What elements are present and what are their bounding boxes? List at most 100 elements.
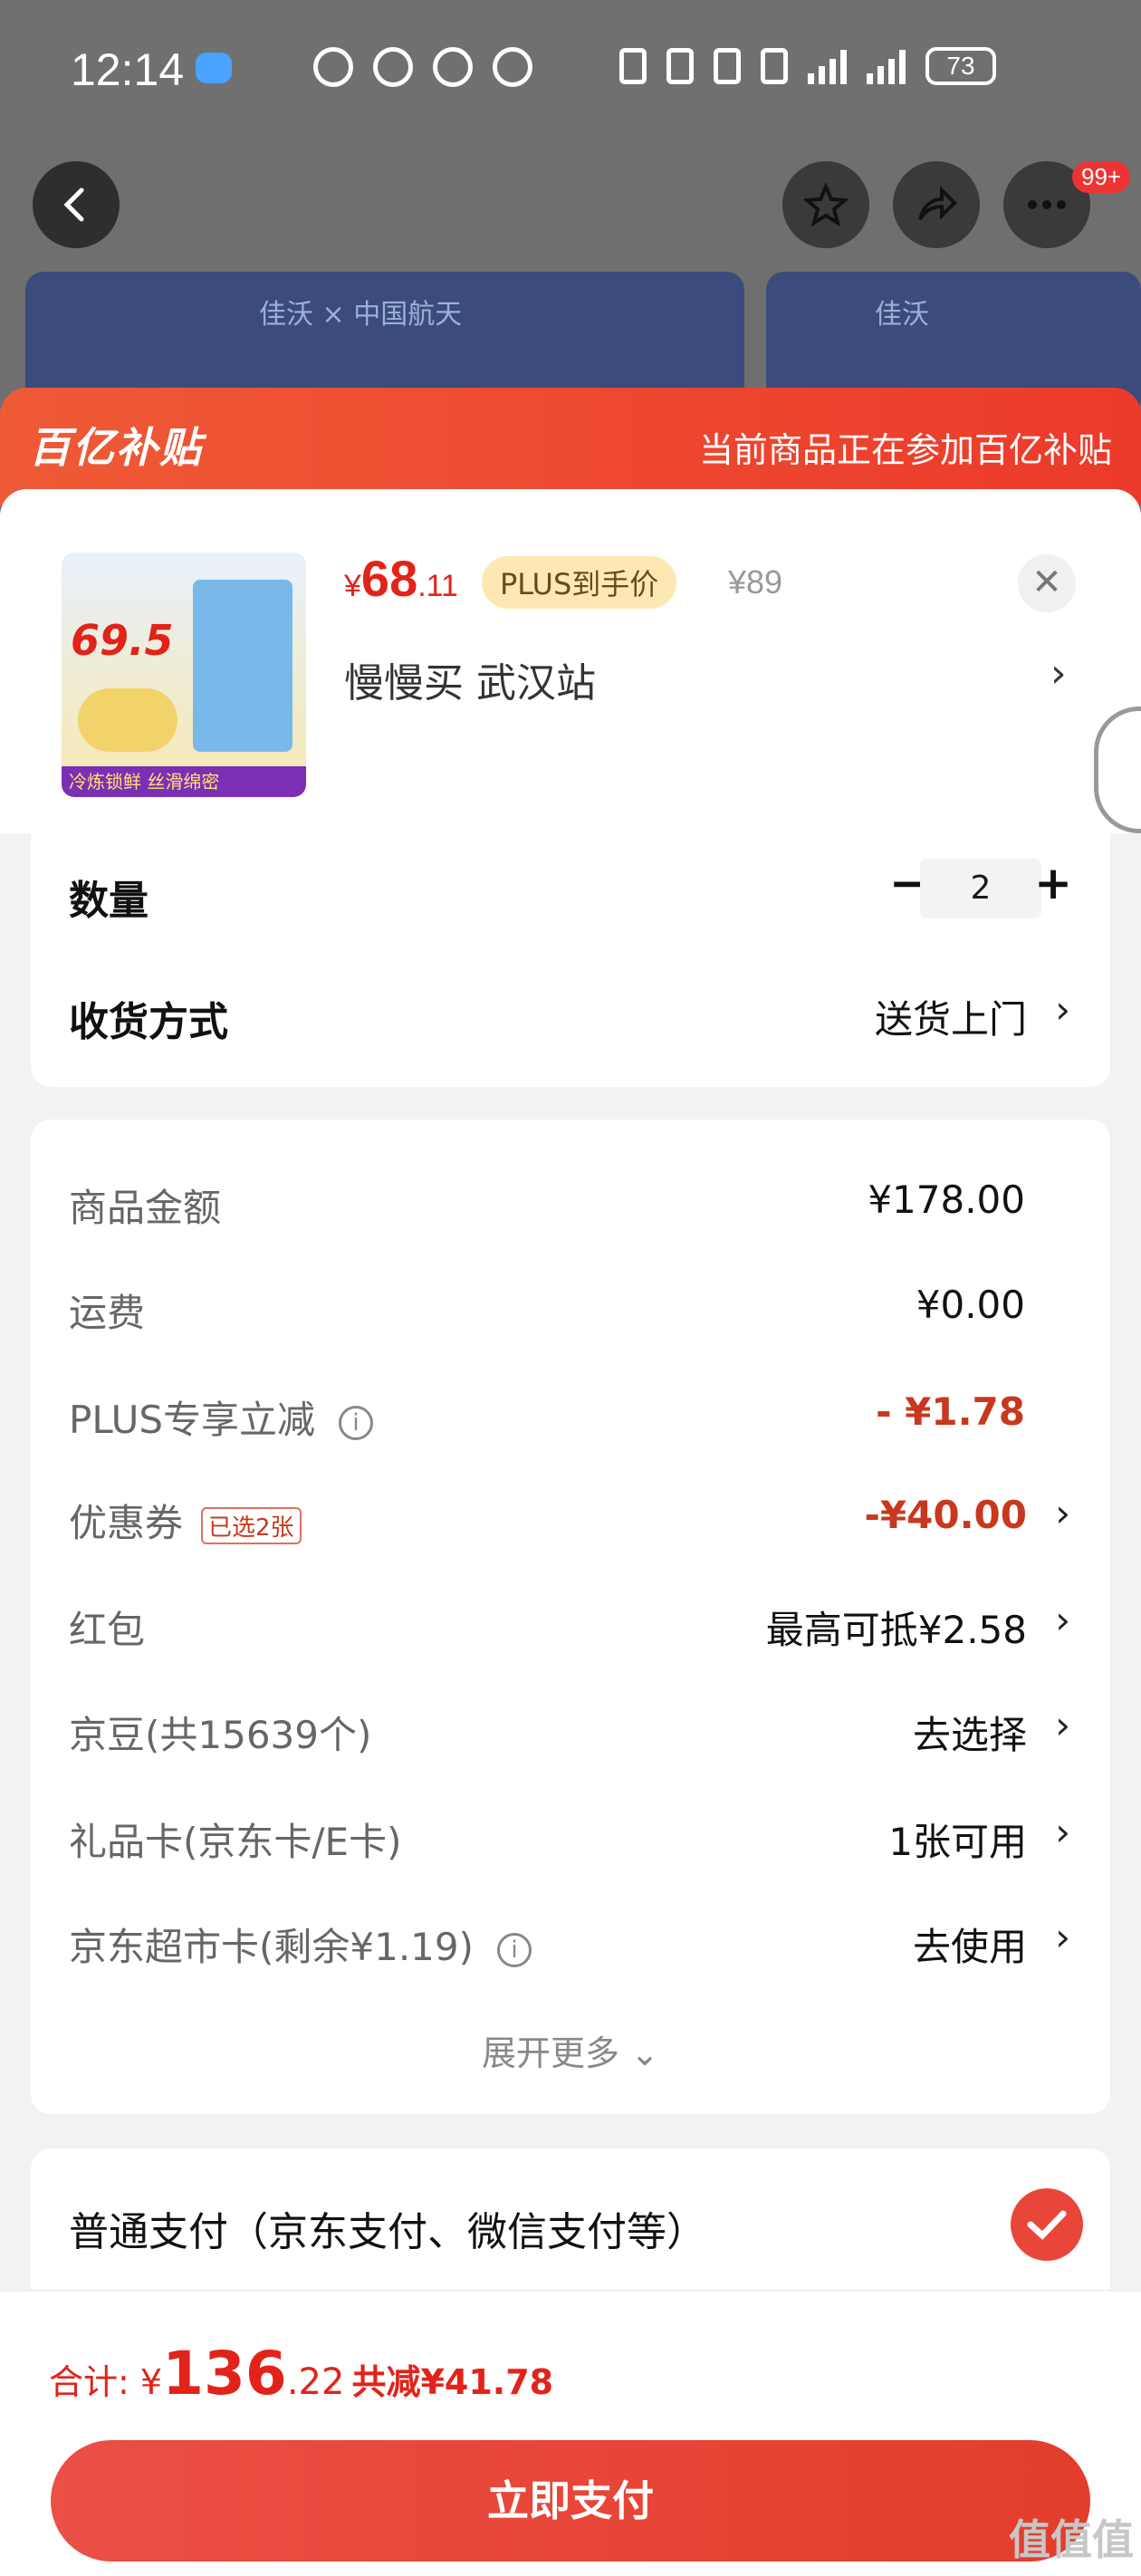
vibrate-icon <box>714 48 741 84</box>
product-price: ¥68.11 <box>344 549 458 608</box>
total-integer: 136 <box>162 2339 287 2408</box>
giftcard-value: 1张可用 <box>888 1820 1027 1864</box>
watermark: 值值值 <box>1009 2515 1134 2564</box>
banner-brand-2: 佳沃 <box>875 299 929 331</box>
redpacket-label: 红包 <box>69 1608 146 1652</box>
nfc-icon <box>433 47 473 87</box>
check-icon <box>1027 2210 1067 2240</box>
clock: 12:14 <box>71 44 185 95</box>
delivery-label: 收货方式 <box>69 999 228 1045</box>
plus-price-tag: PLUS到手价 <box>482 556 677 609</box>
cost-row-plus-discount: PLUS专享立减 i - ¥1.78 <box>31 1371 1110 1453</box>
jingdou-value: 去选择 <box>912 1713 1027 1757</box>
thumb-footer: 冷炼锁鲜 丝滑绵密 <box>62 766 306 797</box>
giftcard-label: 礼品卡(京东卡/E卡) <box>69 1820 402 1864</box>
supermarket-card-text: 京东超市卡(剩余¥1.19) <box>69 1925 475 1969</box>
price-integer: 68 <box>360 550 418 607</box>
supermarket-card-value: 去使用 <box>912 1925 1027 1969</box>
product-image: 69.5 冷炼锁鲜 丝滑绵密 <box>62 553 306 797</box>
cost-row-jingdou[interactable]: 京豆(共15639个) 去选择 › <box>31 1687 1110 1768</box>
eye-icon <box>373 47 413 87</box>
chevron-left-icon <box>63 187 84 222</box>
share-button[interactable] <box>893 161 980 248</box>
alarm-icon <box>493 47 532 87</box>
redpacket-value: 最高可抵¥2.58 <box>765 1608 1027 1652</box>
quantity-stepper: − 2 + <box>889 857 1072 920</box>
coupon-label: 优惠券 已选2张 <box>69 1493 302 1548</box>
quantity-plus-button[interactable]: + <box>1034 857 1072 909</box>
chevron-right-icon: › <box>1055 1703 1070 1747</box>
location-icon <box>666 48 694 84</box>
cost-row-redpacket[interactable]: 红包 最高可抵¥2.58 › <box>31 1581 1110 1663</box>
quantity-row: 数量 − 2 + <box>31 850 1110 931</box>
cost-card: 商品金额 ¥178.00 运费 ¥0.00 PLUS专享立减 i - ¥1.78 … <box>31 1120 1110 2114</box>
options-card: 数量 − 2 + 收货方式 送货上门 › <box>31 833 1110 1087</box>
share-icon <box>918 186 957 221</box>
cost-row-coupon[interactable]: 优惠券 已选2张 -¥40.00 › <box>31 1475 1110 1556</box>
plus-discount-text: PLUS专享立减 <box>69 1398 316 1442</box>
plus-discount-label: PLUS专享立减 i <box>69 1389 374 1445</box>
delivery-row[interactable]: 收货方式 送货上门 › <box>31 971 1110 1053</box>
expand-more-label: 展开更多 <box>482 2033 620 2073</box>
payment-selected-check[interactable] <box>1011 2188 1083 2261</box>
close-button[interactable]: ✕ <box>1018 554 1076 612</box>
info-icon[interactable]: i <box>497 1932 532 1967</box>
product-summary: 69.5 冷炼锁鲜 丝滑绵密 ¥68.11 PLUS到手价 ¥89 ✕ 慢慢买 … <box>0 489 1141 833</box>
delivery-value: 送货上门 <box>874 997 1027 1042</box>
subsidy-note: 当前商品正在参加百亿补贴 <box>698 430 1112 470</box>
more-dots-icon <box>1028 200 1066 209</box>
supermarket-card-label: 京东超市卡(剩余¥1.19) i <box>69 1917 532 1972</box>
chevron-right-icon: › <box>1055 987 1070 1032</box>
coupon-count-tag: 已选2张 <box>201 1507 302 1544</box>
cost-row-supermarket-card[interactable]: 京东超市卡(剩余¥1.19) i 去使用 › <box>31 1898 1110 1980</box>
signal-icon-2 <box>867 48 906 84</box>
pay-now-button[interactable]: 立即支付 <box>51 2440 1090 2562</box>
total-decimal: .22 <box>286 2361 345 2403</box>
back-button[interactable] <box>33 161 120 248</box>
plus-discount-value: - ¥1.78 <box>876 1389 1025 1434</box>
total-label: 合计: ¥ <box>49 2362 163 2402</box>
subtotal-value: ¥178.00 <box>868 1177 1025 1222</box>
app-status-icon <box>313 47 353 87</box>
subsidy-header: 百亿补贴 当前商品正在参加百亿补贴 <box>0 388 1141 505</box>
star-icon <box>804 183 848 226</box>
shipping-label: 运费 <box>69 1291 146 1335</box>
currency-symbol: ¥ <box>344 569 361 603</box>
signal-icon <box>808 48 847 84</box>
info-icon[interactable]: i <box>339 1405 374 1440</box>
wifi-icon <box>761 48 788 84</box>
durian-shape <box>78 688 177 752</box>
store-selector[interactable]: 慢慢买 武汉站 <box>344 650 596 708</box>
quantity-input[interactable]: 2 <box>920 859 1041 918</box>
status-icons-right: 73 <box>619 47 996 85</box>
top-nav <box>0 136 1141 272</box>
subsidy-logo: 百亿补贴 <box>29 423 203 472</box>
total-amount: 合计: ¥136.22 共减¥41.78 <box>49 2339 553 2408</box>
coupon-text: 优惠券 <box>69 1501 184 1545</box>
original-price: ¥89 <box>728 563 783 601</box>
coupon-value: -¥40.00 <box>864 1493 1027 1537</box>
payment-method-label: 普通支付（京东支付、微信支付等） <box>69 2209 706 2255</box>
status-icons-left <box>313 47 532 87</box>
quantity-label: 数量 <box>69 878 149 924</box>
expand-more-button[interactable]: 展开更多 ⌄ <box>31 2025 1110 2075</box>
chevron-right-icon: › <box>1055 1491 1070 1535</box>
chevron-right-icon: › <box>1055 1598 1070 1642</box>
checkout-sheet: 69.5 冷炼锁鲜 丝滑绵密 ¥68.11 PLUS到手价 ¥89 ✕ 慢慢买 … <box>0 489 1141 2576</box>
subtotal-label: 商品金额 <box>69 1186 222 1230</box>
favorite-button[interactable] <box>782 161 869 248</box>
jingdou-label: 京豆(共15639个) <box>69 1713 372 1757</box>
float-zoom-icon[interactable] <box>1094 706 1141 833</box>
chevron-right-icon: › <box>1055 1915 1070 1959</box>
price-decimal: .11 <box>417 569 458 603</box>
message-badge: 99+ <box>1072 161 1131 193</box>
chevron-right-icon[interactable]: › <box>1050 650 1067 697</box>
banner-brand: 佳沃 × 中国航天 <box>259 299 463 331</box>
chat-bubble-icon <box>196 53 232 83</box>
total-saved: 共减¥41.78 <box>351 2362 554 2402</box>
chevron-right-icon: › <box>1055 1810 1070 1854</box>
cost-row-shipping: 运费 ¥0.00 <box>31 1264 1110 1346</box>
cost-row-giftcard[interactable]: 礼品卡(京东卡/E卡) 1张可用 › <box>31 1793 1110 1875</box>
checkout-footer: 合计: ¥136.22 共减¥41.78 立即支付 值值值 <box>0 2290 1141 2576</box>
bluetooth-icon <box>619 48 647 84</box>
